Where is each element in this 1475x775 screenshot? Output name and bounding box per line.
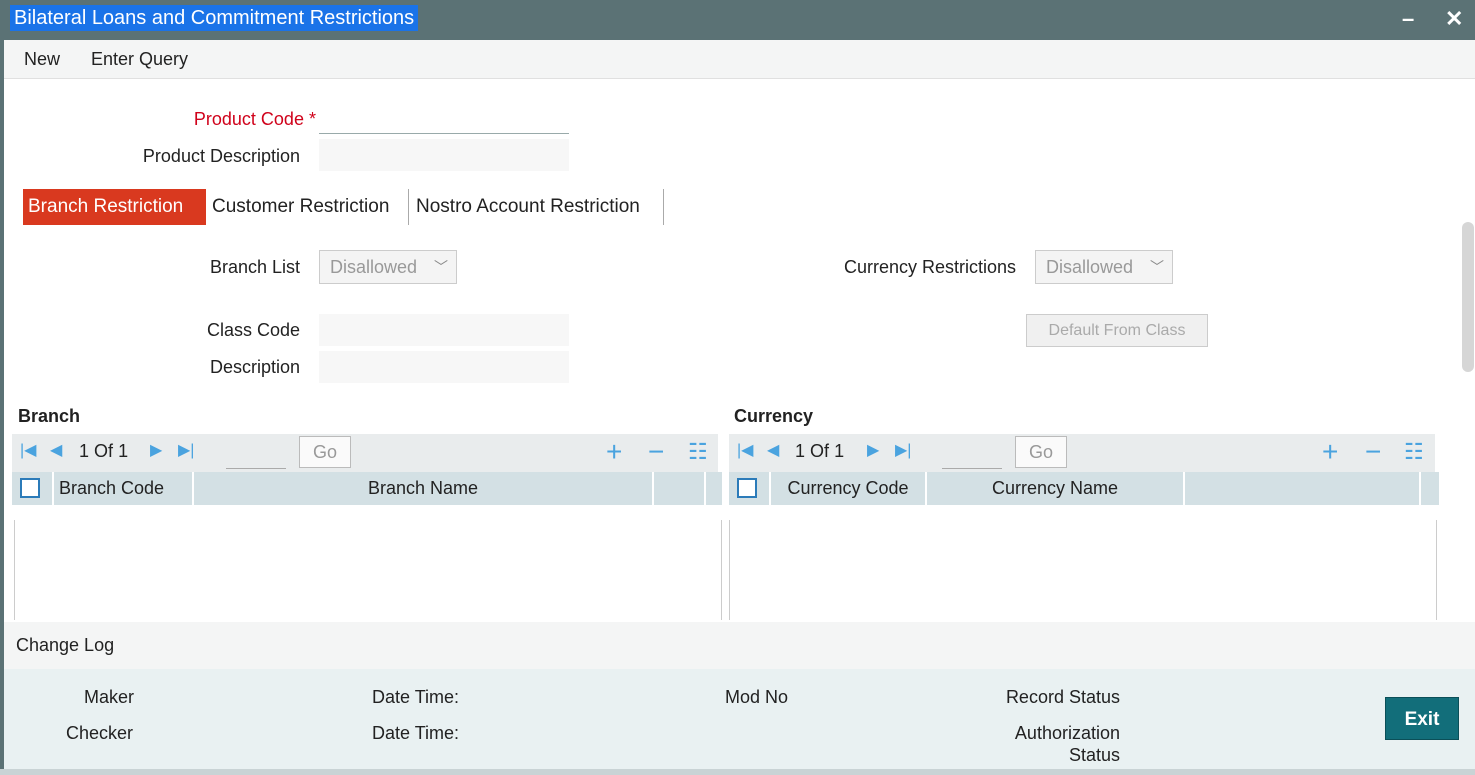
tab-divider [663, 189, 664, 225]
audit-footer: Maker Checker Date Time: Date Time: Mod … [4, 669, 1475, 775]
change-log-bar: Change Log [4, 622, 1475, 669]
tab-nostro-account-restriction[interactable]: Nostro Account Restriction [411, 189, 661, 225]
exit-button[interactable]: Exit [1385, 697, 1459, 740]
minimize-icon[interactable]: – [1402, 4, 1414, 34]
product-code-label: Product Code * [193, 109, 316, 129]
product-description-label: Product Description [142, 146, 300, 166]
new-button[interactable]: New [24, 49, 60, 70]
branch-section-title: Branch [18, 406, 81, 426]
prev-page-icon[interactable]: ◀ [50, 440, 62, 460]
title-bar: Bilateral Loans and Commitment Restricti… [0, 0, 1475, 40]
tab-customer-restriction[interactable]: Customer Restriction [207, 189, 407, 225]
currency-grid-body [729, 520, 1437, 620]
next-page-icon[interactable]: ▶ [150, 440, 162, 460]
vertical-scrollbar[interactable] [1462, 222, 1474, 372]
description-label: Description [209, 357, 300, 377]
bottom-border [0, 769, 1475, 775]
class-code-input[interactable] [319, 314, 569, 346]
select-all-checkbox[interactable] [20, 478, 40, 498]
maker-date-time-label: Date Time: [372, 687, 460, 707]
change-log-title[interactable]: Change Log [16, 635, 114, 656]
mod-no-label: Mod No [725, 687, 789, 707]
list-icon[interactable]: ☷ [1404, 436, 1424, 468]
product-code-input[interactable] [319, 102, 569, 134]
checker-label: Checker [66, 723, 134, 743]
select-all-checkbox[interactable] [737, 478, 757, 498]
branch-grid-header: Branch Code Branch Name [12, 472, 722, 505]
window-title: Bilateral Loans and Commitment Restricti… [10, 5, 419, 31]
last-page-icon[interactable]: ▶| [178, 440, 194, 460]
tab-divider [408, 189, 409, 225]
maker-label: Maker [84, 687, 135, 707]
first-page-icon[interactable]: |◀ [737, 440, 753, 460]
branch-list-label: Branch List [209, 257, 300, 277]
go-button[interactable]: Go [1015, 436, 1067, 468]
branch-list-select[interactable]: Disallowed ﹀ [319, 250, 457, 284]
branch-grid-toolbar: |◀ ◀ 1 Of 1 ▶ ▶| Go + − ☷ [12, 434, 718, 472]
default-from-class-button[interactable]: Default From Class [1026, 314, 1208, 347]
column-currency-name[interactable]: Currency Name [927, 472, 1185, 505]
add-row-icon[interactable]: + [1322, 436, 1338, 468]
page-number-input[interactable] [226, 442, 286, 469]
branch-grid-body [14, 520, 722, 620]
required-mark: * [308, 109, 316, 129]
checker-date-time-label: Date Time: [372, 723, 460, 743]
tab-branch-restriction[interactable]: Branch Restriction [23, 189, 206, 225]
remove-row-icon[interactable]: − [648, 436, 664, 468]
authorization-label: Authorization [1014, 723, 1120, 743]
close-icon[interactable]: ✕ [1445, 4, 1463, 34]
description-input[interactable] [319, 351, 569, 383]
remove-row-icon[interactable]: − [1365, 436, 1381, 468]
column-branch-name[interactable]: Branch Name [194, 472, 654, 505]
go-button[interactable]: Go [299, 436, 351, 468]
class-code-label: Class Code [206, 320, 300, 340]
record-status-label: Record Status [1005, 687, 1120, 707]
first-page-icon[interactable]: |◀ [20, 440, 36, 460]
column-empty [1185, 472, 1421, 505]
add-row-icon[interactable]: + [606, 436, 622, 468]
page-number-input[interactable] [942, 442, 1002, 469]
last-page-icon[interactable]: ▶| [895, 440, 911, 460]
currency-grid-toolbar: |◀ ◀ 1 Of 1 ▶ ▶| Go + − ☷ [729, 434, 1435, 472]
authorization-status-label: Status [1068, 745, 1120, 765]
currency-section-title: Currency [734, 406, 814, 426]
list-icon[interactable]: ☷ [688, 436, 708, 468]
product-description-input[interactable] [319, 139, 569, 171]
select-all-cell [729, 472, 771, 505]
currency-restrictions-select[interactable]: Disallowed ﹀ [1035, 250, 1173, 284]
prev-page-icon[interactable]: ◀ [767, 440, 779, 460]
menu-bar: New Enter Query [4, 40, 1475, 79]
chevron-down-icon: ﹀ [434, 259, 448, 275]
column-currency-code[interactable]: Currency Code [771, 472, 927, 505]
column-empty [654, 472, 706, 505]
page-indicator: 1 Of 1 [79, 441, 129, 461]
currency-grid-header: Currency Code Currency Name [729, 472, 1439, 505]
enter-query-button[interactable]: Enter Query [91, 49, 188, 70]
next-page-icon[interactable]: ▶ [867, 440, 879, 460]
page-indicator: 1 Of 1 [795, 441, 845, 461]
currency-restrictions-label: Currency Restrictions [843, 257, 1016, 277]
chevron-down-icon: ﹀ [1150, 259, 1164, 275]
column-branch-code[interactable]: Branch Code [54, 472, 194, 505]
select-all-cell [12, 472, 54, 505]
